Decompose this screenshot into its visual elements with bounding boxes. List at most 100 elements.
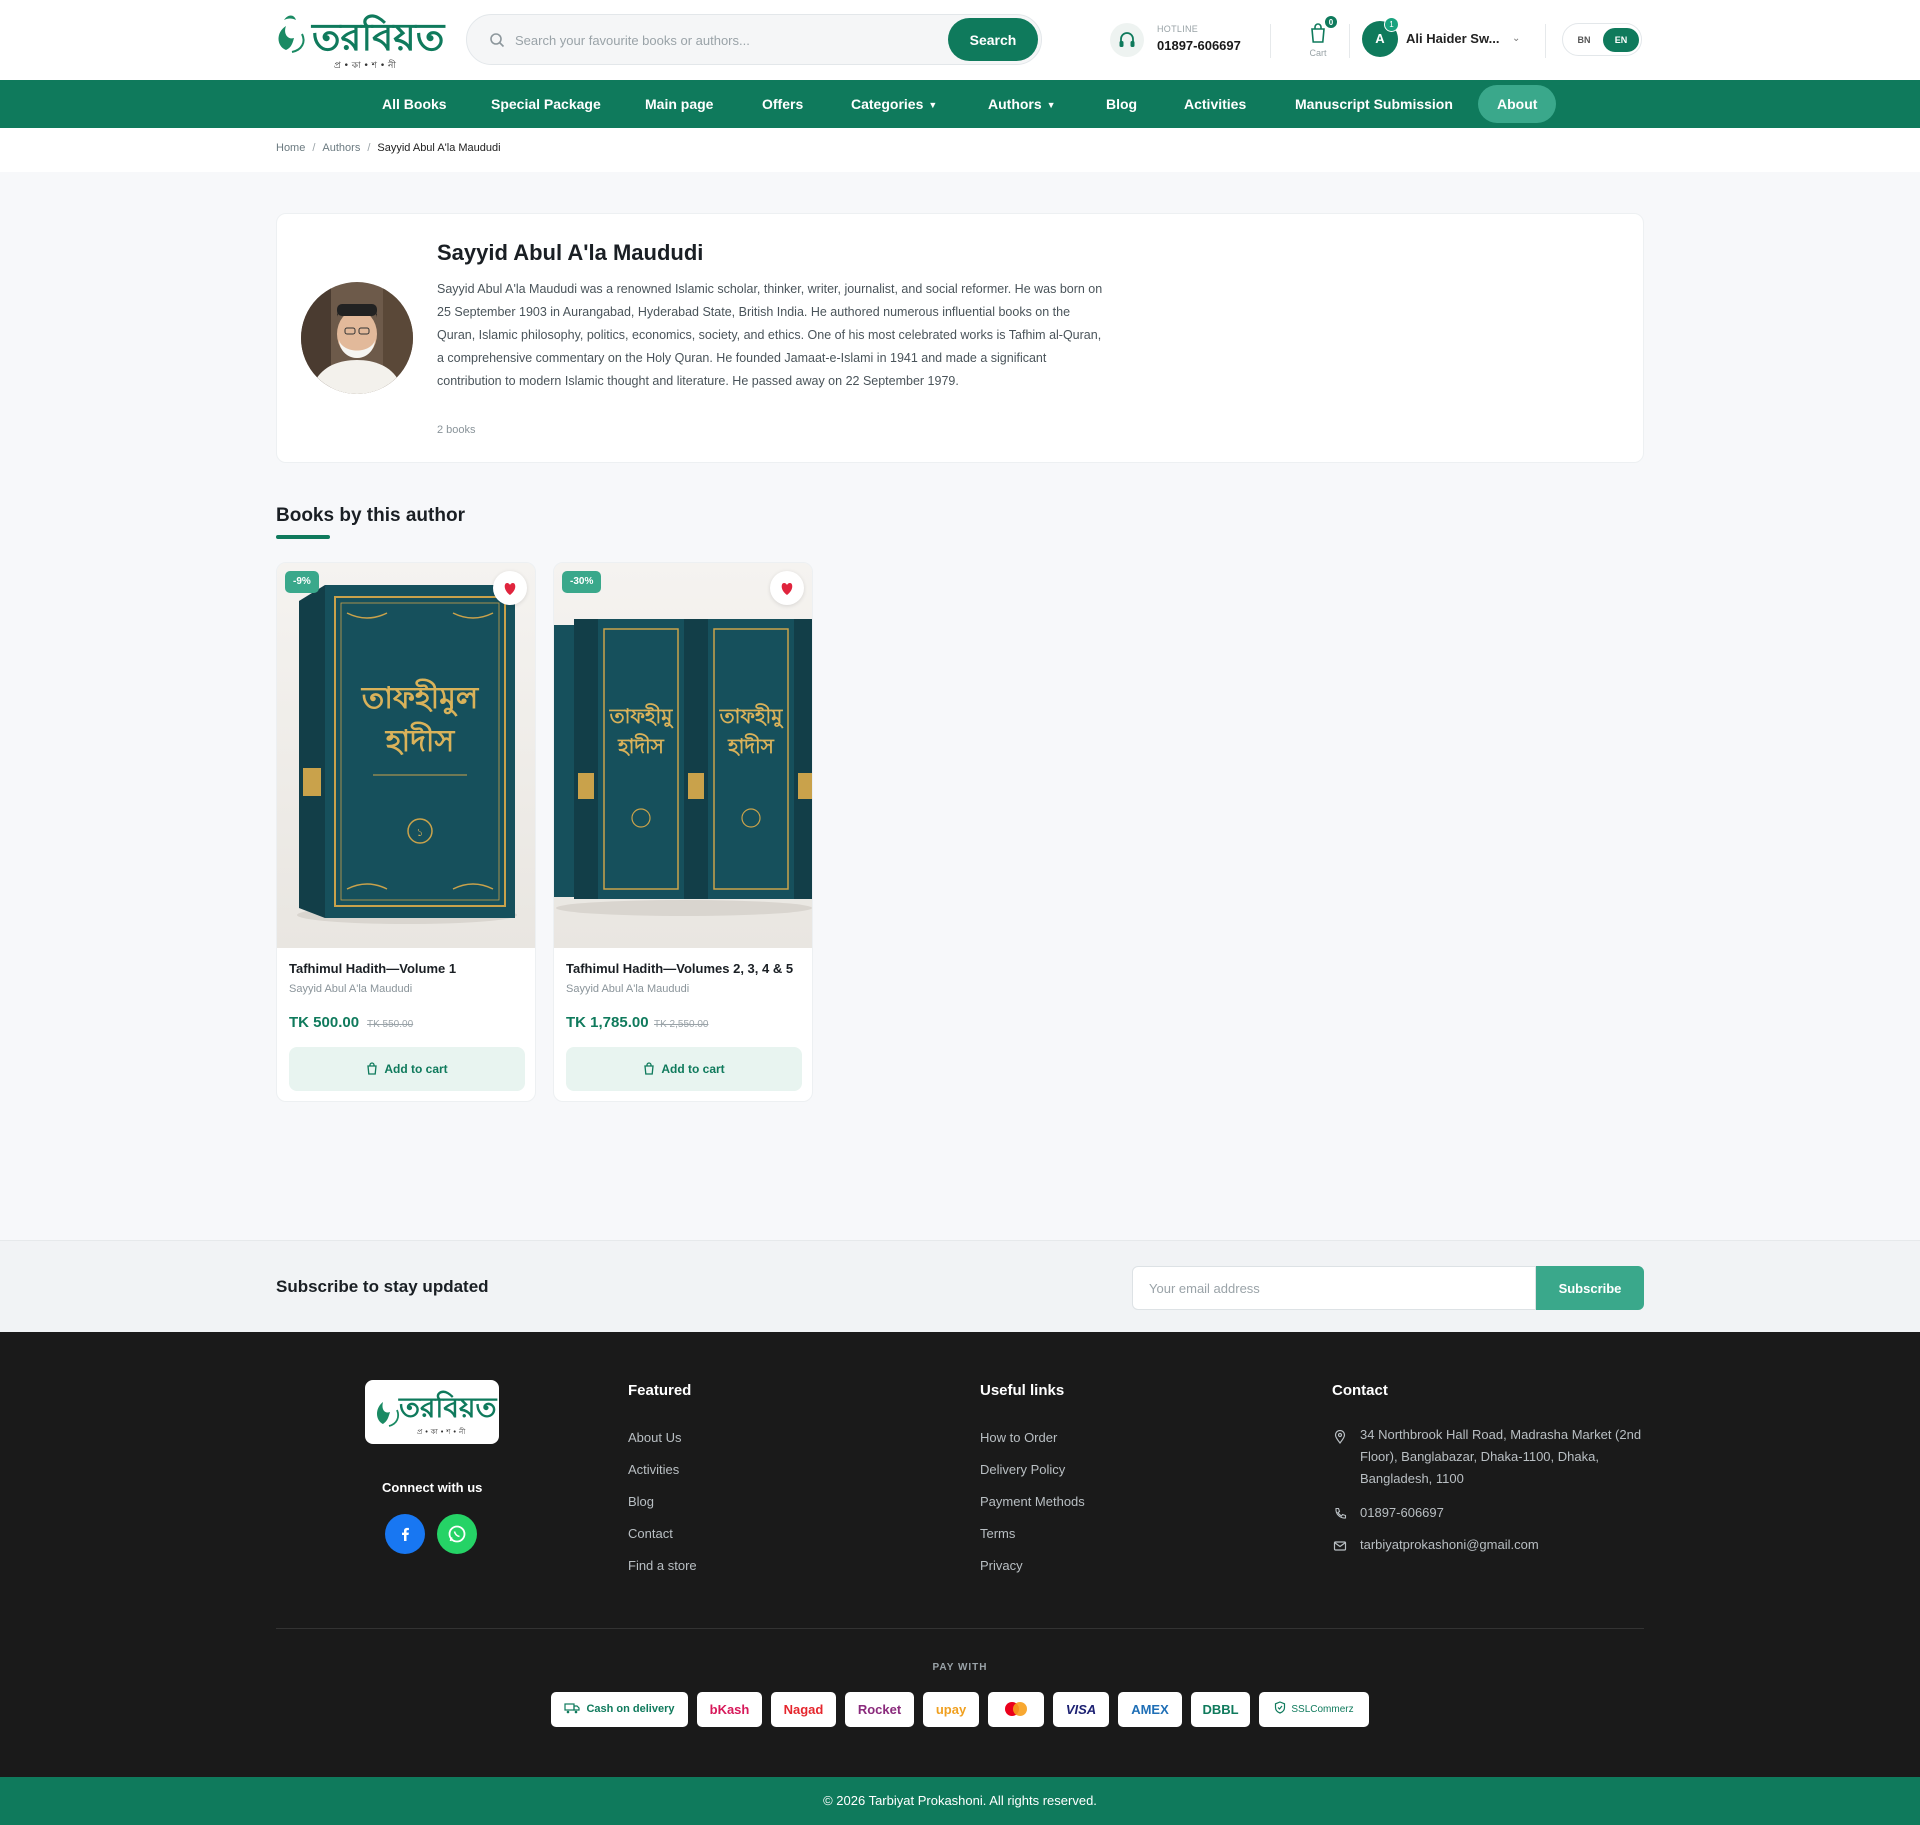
- search-input[interactable]: [515, 25, 935, 55]
- cart-label: Cart: [1309, 48, 1327, 58]
- wishlist-button[interactable]: [493, 571, 527, 605]
- add-to-cart-button[interactable]: Add to cart: [566, 1047, 802, 1091]
- breadcrumb-current: Sayyid Abul A'la Maududi: [377, 142, 501, 154]
- location-pin-icon: [1334, 1430, 1346, 1444]
- search-button[interactable]: Search: [948, 18, 1038, 61]
- nav-label: Offers: [762, 96, 804, 112]
- book-old-price: TK 2,550.00: [654, 1019, 709, 1030]
- book-old-price: TK 550.00: [367, 1019, 414, 1030]
- cart-button[interactable]: 0 Cart: [1300, 15, 1344, 62]
- discount-badge: -9%: [285, 571, 319, 593]
- notification-badge: 1: [1384, 17, 1399, 32]
- cover-title-line-1: তাফহীমু: [719, 703, 785, 729]
- chevron-down-icon: ▼: [1046, 100, 1056, 111]
- cover-title-line-1: তাফহীমু: [609, 703, 675, 729]
- footer-link-activities[interactable]: Activities: [628, 1462, 679, 1477]
- hotline-label: HOTLINE: [1157, 24, 1199, 34]
- nav-categories[interactable]: Categories ▼: [851, 80, 937, 128]
- payment-mastercard: [988, 1692, 1044, 1727]
- book-cover[interactable]: তাফহীমু হাদীস তাফহীমু হাদীস -30%: [554, 563, 812, 948]
- nav-about[interactable]: About: [1478, 85, 1557, 123]
- payment-label: Cash on delivery: [586, 1703, 675, 1715]
- whatsapp-button[interactable]: [437, 1514, 477, 1554]
- heart-icon: [781, 583, 793, 595]
- footer-link-terms[interactable]: Terms: [980, 1526, 1015, 1541]
- hotline[interactable]: HOTLINE 01897-606697: [1110, 20, 1250, 60]
- subscribe-button[interactable]: Subscribe: [1536, 1266, 1644, 1310]
- footer-useful-title: Useful links: [980, 1382, 1065, 1399]
- nav-all-books[interactable]: All Books: [382, 80, 447, 128]
- payment-visa: VISA: [1053, 1692, 1109, 1727]
- footer-contact-title: Contact: [1332, 1382, 1388, 1399]
- section-title-underline: [276, 535, 330, 539]
- payment-amex: AMEX: [1118, 1692, 1182, 1727]
- book-price: TK 500.00: [289, 1014, 360, 1031]
- lang-bn-button[interactable]: BN: [1569, 29, 1599, 51]
- footer-link-privacy[interactable]: Privacy: [980, 1558, 1023, 1573]
- logo-subtext: প্র • কা • শ • নী: [334, 61, 396, 71]
- footer-link-contact[interactable]: Contact: [628, 1526, 673, 1541]
- heart-icon: [504, 583, 516, 595]
- contact-phone[interactable]: 01897-606697: [1360, 1502, 1650, 1524]
- book-title[interactable]: Tafhimul Hadith—Volume 1: [289, 961, 456, 976]
- nav-special-package[interactable]: Special Package: [491, 80, 601, 128]
- add-to-cart-button[interactable]: Add to cart: [289, 1047, 525, 1091]
- shopping-bag-icon: [644, 1062, 655, 1075]
- subscribe-bar: Subscribe to stay updated Subscribe: [0, 1240, 1920, 1332]
- contact-address: 34 Northbrook Hall Road, Madrasha Market…: [1360, 1427, 1642, 1486]
- section-title: Books by this author: [276, 505, 465, 526]
- email-field[interactable]: [1132, 1266, 1536, 1310]
- cover-title-line-2: হাদীস: [385, 721, 456, 759]
- book-author: Sayyid Abul A'la Maududi: [289, 983, 413, 995]
- book-card[interactable]: তাফহীমু হাদীস তাফহীমু হাদীস -30% Tafhimu…: [553, 562, 813, 1102]
- book-card[interactable]: তাফহীমুল হাদীস ১ -9% Tafhimul Hadith—Vol…: [276, 562, 536, 1102]
- payment-sslcommerz: SSLCommerz: [1259, 1692, 1369, 1727]
- nav-offers[interactable]: Offers: [762, 80, 803, 128]
- author-photo: [301, 282, 413, 394]
- nav-label: All Books: [382, 96, 447, 112]
- lang-en-button[interactable]: EN: [1603, 28, 1639, 52]
- wishlist-button[interactable]: [770, 571, 804, 605]
- copyright-text: © 2026 Tarbiyat Prokashoni. All rights r…: [823, 1793, 1097, 1808]
- nav-blog[interactable]: Blog: [1106, 80, 1137, 128]
- chevron-down-icon: ▼: [928, 100, 938, 111]
- book-cover[interactable]: তাফহীমুল হাদীস ১ -9%: [277, 563, 535, 948]
- footer-link-delivery-policy[interactable]: Delivery Policy: [980, 1462, 1065, 1477]
- nav-main-page[interactable]: Main page: [645, 80, 713, 128]
- contact-email[interactable]: tarbiyatprokashoni@gmail.com: [1360, 1534, 1650, 1556]
- book-title[interactable]: Tafhimul Hadith—Volumes 2, 3, 4 & 5: [566, 961, 793, 976]
- divider: [1545, 24, 1546, 58]
- nav-activities[interactable]: Activities: [1184, 80, 1246, 128]
- footer-logo[interactable]: তরবিয়ত প্র • কা • শ • নী: [365, 1380, 499, 1444]
- nav-label: Main page: [645, 96, 714, 112]
- breadcrumb-authors[interactable]: Authors: [322, 142, 360, 154]
- whatsapp-icon: [448, 1525, 466, 1543]
- nav-manuscript-submission[interactable]: Manuscript Submission: [1295, 80, 1453, 128]
- author-profile-card: Sayyid Abul A'la Maududi Sayyid Abul A'l…: [276, 213, 1644, 463]
- copyright-bar: © 2026 Tarbiyat Prokashoni. All rights r…: [0, 1777, 1920, 1825]
- payment-dbbl: DBBL: [1191, 1692, 1250, 1727]
- nav-label: Categories: [851, 96, 924, 112]
- footer-link-find-store[interactable]: Find a store: [628, 1558, 697, 1573]
- facebook-button[interactable]: [385, 1514, 425, 1554]
- footer-link-about-us[interactable]: About Us: [628, 1430, 681, 1445]
- footer-link-payment-methods[interactable]: Payment Methods: [980, 1494, 1085, 1509]
- nav-label: Manuscript Submission: [1295, 96, 1453, 112]
- site-logo[interactable]: তরবিয়ত প্র • কা • শ • নী: [272, 6, 444, 74]
- author-name: Sayyid Abul A'la Maududi: [437, 240, 704, 265]
- breadcrumb-separator: /: [312, 142, 316, 154]
- author-book-count: 2 books: [437, 424, 476, 436]
- nav-authors[interactable]: Authors ▼: [988, 80, 1056, 128]
- book-author: Sayyid Abul A'la Maududi: [566, 983, 690, 995]
- payment-bkash: bKash: [697, 1692, 762, 1727]
- breadcrumb-bar: Home / Authors / Sayyid Abul A'la Maududi: [0, 128, 1920, 172]
- footer-link-how-to-order[interactable]: How to Order: [980, 1430, 1057, 1445]
- breadcrumb-home[interactable]: Home: [276, 142, 305, 154]
- main-nav: All Books Special Package Main page Offe…: [0, 80, 1920, 128]
- footer-link-blog[interactable]: Blog: [628, 1494, 654, 1509]
- breadcrumb-separator: /: [367, 142, 371, 154]
- headset-icon: [1110, 23, 1144, 57]
- user-menu[interactable]: A 1 Ali Haider Sw... ⌄: [1362, 17, 1522, 61]
- cover-title-line-2: হাদীস: [727, 733, 775, 758]
- footer-logo-subtext: প্র • কা • শ • নী: [417, 1428, 466, 1436]
